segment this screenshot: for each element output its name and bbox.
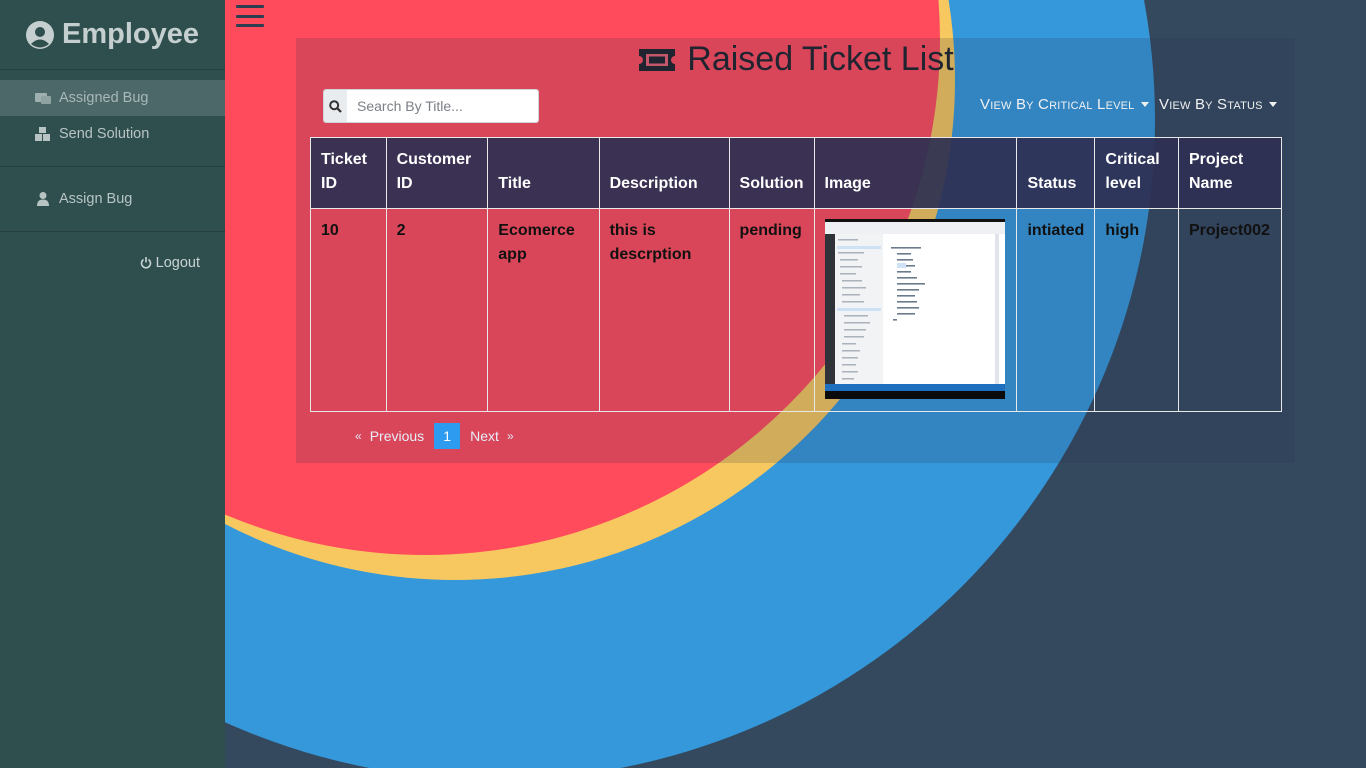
menu-toggle-icon[interactable] (236, 4, 264, 28)
cell-title: Ecomerce app (487, 208, 600, 412)
cell-critical-level: high (1094, 208, 1179, 412)
cell-customer-id: 2 (385, 208, 489, 412)
bug-screenshot-image[interactable] (824, 219, 1005, 399)
previous-page-link[interactable]: Previous (370, 428, 424, 444)
sidebar-divider (0, 166, 225, 167)
power-icon (140, 257, 151, 269)
table-header-row: Ticket ID Customer ID Title Description … (310, 137, 1282, 209)
cell-ticket-id: 10 (310, 208, 387, 412)
search-input[interactable] (347, 90, 538, 122)
critical-level-label: View By Critical Level (980, 96, 1135, 113)
page-title-text: Raised Ticket List (687, 40, 954, 78)
column-header: Image (813, 137, 1018, 209)
sidebar-divider (0, 231, 225, 232)
column-header: Critical level (1094, 137, 1179, 209)
cubes-icon (35, 127, 50, 141)
search-icon (329, 99, 342, 113)
ticket-icon (639, 48, 676, 71)
caret-down-icon (1140, 102, 1149, 107)
column-header: Title (487, 137, 600, 209)
cell-description: this is descrption (598, 208, 730, 412)
user-icon (37, 192, 49, 206)
brand-title: Employee (62, 18, 199, 50)
user-circle-icon (26, 20, 54, 49)
cell-image (813, 208, 1018, 412)
cell-project-name: Project002 (1178, 208, 1282, 412)
status-label: View By Status (1159, 96, 1263, 113)
page-1-button[interactable]: 1 (434, 423, 461, 449)
bug-ticket-icon (35, 93, 51, 104)
sidebar-item-assign-bug[interactable]: Assign Bug (0, 181, 225, 217)
cell-solution: pending (728, 208, 815, 412)
table-row[interactable]: 10 2 Ecomerce app this is descrption pen… (310, 208, 1282, 412)
logout-button[interactable]: Logout (0, 246, 225, 280)
brand: Employee (0, 0, 225, 70)
status-dropdown[interactable]: View By Status (1159, 96, 1277, 113)
sidebar-nav-secondary: Assign Bug (0, 181, 225, 217)
ticket-table: Ticket ID Customer ID Title Description … (310, 137, 1282, 412)
sidebar-item-label: Assign Bug (59, 191, 133, 207)
sidebar-item-assigned-bug[interactable]: Assigned Bug (0, 80, 225, 116)
prev-arrow-icon[interactable]: « (355, 429, 362, 443)
search-group (323, 89, 539, 123)
pagination: « Previous 1 Next » (355, 423, 514, 449)
logout-label: Logout (155, 255, 200, 271)
sidebar-nav: Assigned Bug Send Solution (0, 70, 225, 152)
column-header: Project Name (1178, 137, 1282, 209)
sidebar-item-label: Assigned Bug (59, 90, 149, 106)
critical-level-dropdown[interactable]: View By Critical Level (980, 96, 1149, 113)
column-header: Description (598, 137, 730, 209)
next-page-link[interactable]: Next (470, 428, 499, 444)
page-title: Raised Ticket List (296, 40, 1295, 79)
column-header: Ticket ID (310, 137, 387, 209)
column-header: Solution (728, 137, 815, 209)
column-header: Status (1016, 137, 1096, 209)
sidebar-item-label: Send Solution (59, 126, 150, 142)
sidebar-item-send-solution[interactable]: Send Solution (0, 116, 225, 152)
cell-status: intiated (1016, 208, 1096, 412)
sidebar: Employee Assigned Bug Send Solution Assi… (0, 0, 225, 768)
next-arrow-icon[interactable]: » (507, 429, 514, 443)
column-header: Customer ID (385, 137, 489, 209)
ticket-panel: Raised Ticket List View By Critical Leve… (296, 38, 1295, 463)
search-button[interactable] (324, 90, 347, 122)
caret-down-icon (1268, 102, 1277, 107)
